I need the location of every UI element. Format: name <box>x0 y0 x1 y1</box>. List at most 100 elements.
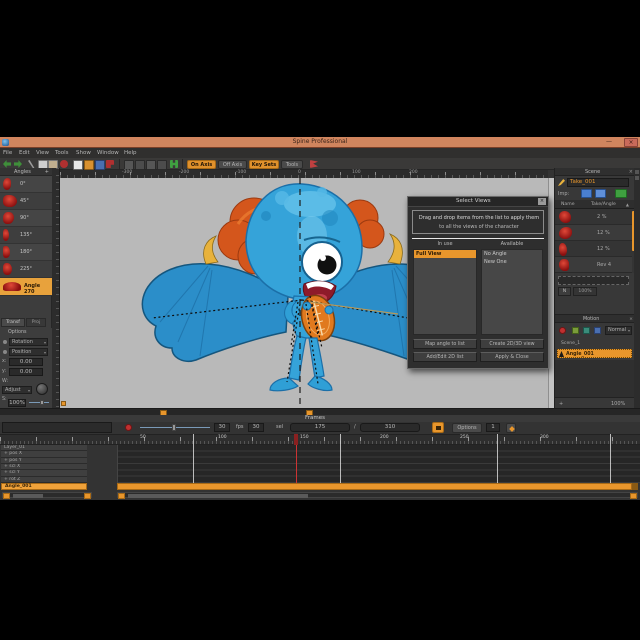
views-dialog[interactable]: Select Views × Drag and drop items from … <box>407 196 549 369</box>
tools-button[interactable]: Tools <box>281 160 303 169</box>
export-icon[interactable] <box>106 160 114 168</box>
radio-dot[interactable] <box>3 350 7 354</box>
angle-row[interactable]: 0° <box>0 176 52 193</box>
path-field[interactable]: Take_001 <box>567 178 629 187</box>
scroll-right-arrow[interactable] <box>630 493 637 499</box>
strip-button[interactable] <box>635 176 639 180</box>
angle-row[interactable]: 225° <box>0 261 52 278</box>
canvas-origin-marker[interactable] <box>61 401 66 406</box>
layout-2-icon[interactable] <box>135 160 145 170</box>
take-row[interactable]: 2 % <box>555 209 632 225</box>
list-header[interactable]: Name Take/Angle ▲ <box>555 200 635 209</box>
rotation-combo[interactable]: Rotation <box>9 338 48 346</box>
ghost-icon[interactable] <box>594 327 601 334</box>
fps-field[interactable]: 30 <box>248 423 264 432</box>
angle-row[interactable]: 135° <box>0 227 52 244</box>
minimize-button[interactable]: — <box>604 138 614 146</box>
available-item[interactable]: New One <box>482 258 542 266</box>
panel-tab-n[interactable]: N <box>558 287 571 296</box>
panel-close-icon[interactable]: × <box>629 317 633 322</box>
scrollbar-handle[interactable] <box>13 494 43 498</box>
map-angle-button[interactable]: Map angle to list <box>413 339 477 349</box>
create-view-button[interactable]: Create 2D/3D view <box>480 339 544 349</box>
menu-item-window[interactable]: Window <box>97 150 119 156</box>
position-combo[interactable]: Position <box>9 348 48 356</box>
scroll-right-arrow[interactable] <box>84 493 91 499</box>
folder-new-icon[interactable] <box>595 189 606 198</box>
sequence-field[interactable] <box>558 276 629 285</box>
tree-item[interactable]: Scene_1 <box>561 341 580 346</box>
rotation-dial[interactable] <box>36 383 48 395</box>
track-scrollbar-left[interactable] <box>2 492 92 498</box>
available-item[interactable]: No Angle <box>482 250 542 258</box>
delete-icon[interactable] <box>60 160 68 168</box>
keyframe-icon[interactable] <box>572 327 579 334</box>
right-edge-strip[interactable] <box>634 168 640 408</box>
status-plus[interactable]: + <box>559 401 563 407</box>
layout-1-icon[interactable] <box>124 160 134 170</box>
scrollbar-handle[interactable] <box>128 494 308 498</box>
add-angle-button[interactable]: + <box>45 169 49 175</box>
camera-button[interactable] <box>432 422 444 433</box>
new-doc-icon[interactable] <box>73 160 83 170</box>
layout-4-icon[interactable] <box>157 160 167 170</box>
menu-item-tools[interactable]: Tools <box>55 150 69 156</box>
close-button[interactable]: × <box>624 138 638 147</box>
column-name[interactable]: Name <box>561 202 575 207</box>
selected-track-end-cap[interactable] <box>632 483 638 490</box>
angle-row[interactable]: 90° <box>0 210 52 227</box>
proj-tab[interactable]: Proj <box>26 318 46 327</box>
open-folder-icon[interactable] <box>84 160 94 170</box>
radio-dot[interactable] <box>3 340 7 344</box>
on-axis-button[interactable]: On Axis <box>187 160 216 169</box>
transf-tab[interactable]: Transf <box>1 318 25 327</box>
key-button[interactable] <box>506 423 516 433</box>
selected-track-name[interactable]: Angle_001 <box>1 483 87 490</box>
take-row[interactable]: 12 % <box>555 241 632 257</box>
scale-slider[interactable] <box>29 402 49 403</box>
selected-track-lane[interactable] <box>117 483 632 490</box>
apply-close-button[interactable]: Apply & Close <box>480 352 544 362</box>
column-take-angle[interactable]: Take/Angle <box>591 202 616 207</box>
options-button[interactable]: Options <box>452 423 482 433</box>
s-field[interactable]: 100% <box>8 399 26 407</box>
dialog-close-button[interactable]: × <box>538 198 546 205</box>
angle-row[interactable]: 180° <box>0 244 52 261</box>
refresh-icon[interactable] <box>615 189 627 198</box>
panel-tab-zoom[interactable]: 100% <box>573 287 597 296</box>
folder-open-icon[interactable] <box>581 189 592 198</box>
step-field[interactable]: 1 <box>486 423 500 432</box>
add-edit-list-button[interactable]: Add/Edit 2D list <box>413 352 477 362</box>
cut-icon[interactable] <box>28 160 36 168</box>
redo-icon[interactable] <box>14 160 22 168</box>
layout-3-icon[interactable] <box>146 160 156 170</box>
frame-scrollbar[interactable] <box>117 492 638 498</box>
scroll-left-arrow[interactable] <box>3 493 10 499</box>
take-row[interactable]: Rev 4 <box>555 257 632 273</box>
angle-row-selected[interactable]: Angle 270 <box>0 278 52 296</box>
available-list[interactable]: No Angle New One <box>481 249 543 335</box>
off-axis-button[interactable]: Off Axis <box>218 160 247 169</box>
y-field[interactable]: 0.00 <box>9 368 43 376</box>
in-use-item-selected[interactable]: Full View <box>414 250 476 258</box>
range-start-field[interactable]: 175 <box>290 423 350 432</box>
selected-tree-item[interactable]: Angle_001 <box>557 349 632 358</box>
key-sets-button[interactable]: Key Sets <box>249 160 279 169</box>
pencil-icon[interactable] <box>558 179 565 186</box>
frame-ruler[interactable]: 50 100 150 200 250 300 <box>0 434 640 445</box>
menu-item-help[interactable]: Help <box>124 150 137 156</box>
menu-item-view[interactable]: View <box>36 150 49 156</box>
blend-mode-combo[interactable]: Normal <box>605 326 632 335</box>
in-use-list[interactable]: Full View <box>413 249 477 335</box>
angle-row[interactable]: 45° <box>0 193 52 210</box>
x-field[interactable]: 0.00 <box>9 358 43 366</box>
panel-close-icon[interactable]: × <box>629 169 633 175</box>
zoom-value-field[interactable]: 30 <box>214 423 230 432</box>
menu-item-show[interactable]: Show <box>76 150 91 156</box>
save-icon[interactable] <box>95 160 105 170</box>
playhead-head[interactable] <box>294 434 298 445</box>
track-lanes[interactable] <box>117 445 640 483</box>
canvas-hscroll-strip[interactable] <box>0 408 640 415</box>
w-combo[interactable]: Adjust <box>2 386 32 394</box>
dialog-title-bar[interactable]: Select Views × <box>408 197 548 207</box>
